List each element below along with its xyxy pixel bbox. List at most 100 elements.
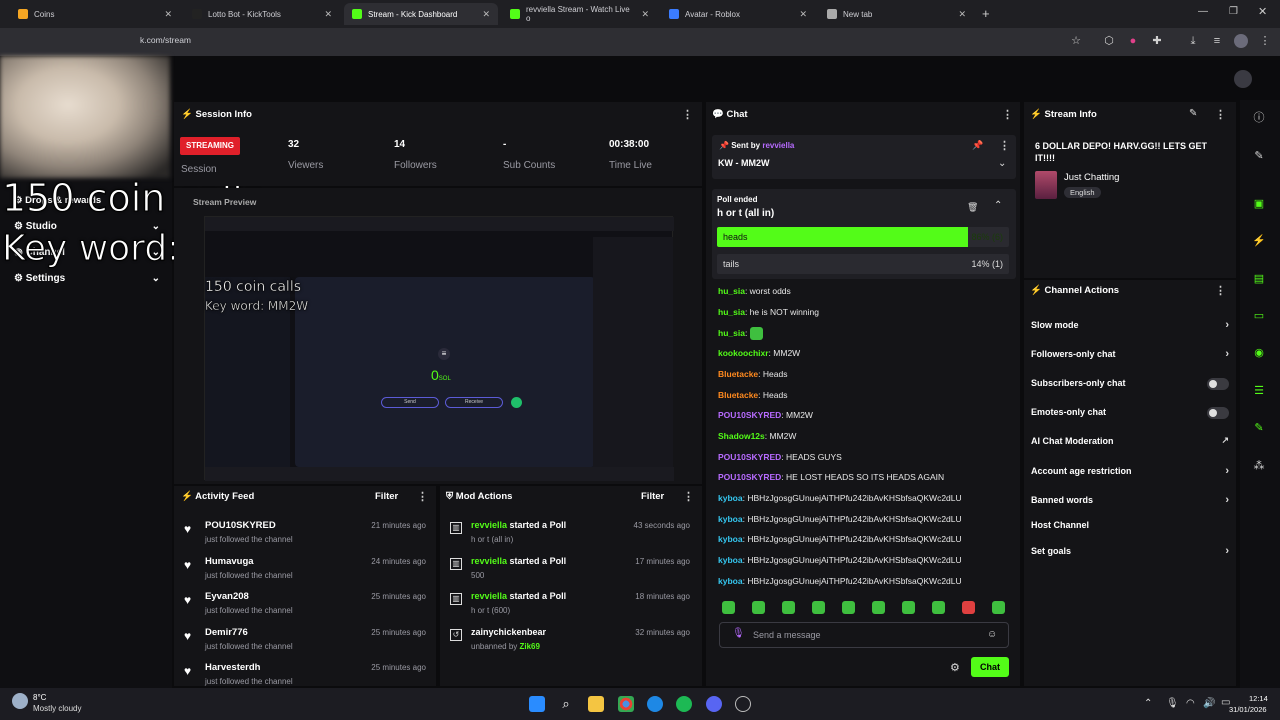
- channel-action-0[interactable]: Slow mode ›: [1031, 319, 1229, 334]
- close-tab-icon[interactable]: ✕: [164, 9, 172, 20]
- download-icon[interactable]: ⤓: [1186, 34, 1200, 48]
- edge-icon[interactable]: [647, 696, 663, 712]
- volume-icon[interactable]: 🔊: [1203, 698, 1215, 709]
- close-tab-icon[interactable]: ✕: [641, 9, 649, 20]
- tasks-icon[interactable]: ☰: [1252, 384, 1266, 398]
- follower-name[interactable]: POU10SKYRED: [205, 520, 276, 531]
- wifi-icon[interactable]: ◠: [1186, 698, 1195, 709]
- mod-more-icon[interactable]: ⋮: [683, 490, 694, 503]
- chat-username[interactable]: hu_sia: [718, 307, 745, 317]
- camera-icon[interactable]: ▣: [1252, 197, 1266, 211]
- close-tab-icon[interactable]: ✕: [799, 9, 807, 20]
- maximize-button[interactable]: ❐: [1229, 6, 1238, 17]
- chat-username[interactable]: POU10SKYRED: [718, 472, 781, 482]
- activity-filter-button[interactable]: Filter: [375, 491, 398, 502]
- weather-icon[interactable]: [12, 693, 28, 709]
- emote-icon[interactable]: [992, 601, 1005, 614]
- chat-username[interactable]: kookoochixr: [718, 348, 769, 358]
- channel-action-3[interactable]: Emotes-only chat: [1031, 407, 1229, 421]
- chat-username[interactable]: kyboa: [718, 514, 743, 524]
- channel-action-5[interactable]: Account age restriction ›: [1031, 465, 1229, 480]
- bolt-icon[interactable]: ⚡: [1252, 234, 1266, 248]
- mod-user[interactable]: revviella: [471, 556, 507, 566]
- chevron-down-icon[interactable]: ⌄: [998, 158, 1006, 169]
- list-icon[interactable]: ▤: [1252, 272, 1266, 286]
- chat-rail-icon[interactable]: ▭: [1252, 309, 1266, 323]
- emote-icon[interactable]: [752, 601, 765, 614]
- bookmark-star-icon[interactable]: ☆: [1069, 34, 1083, 48]
- follower-name[interactable]: Harvesterdh: [205, 662, 260, 673]
- extension-pink-icon[interactable]: ●: [1126, 34, 1140, 48]
- channel-action-4[interactable]: AI Chat Moderation ↗: [1031, 435, 1229, 450]
- activity-more-icon[interactable]: ⋮: [417, 490, 428, 503]
- emote-icon[interactable]: [962, 601, 975, 614]
- menu-lines-icon[interactable]: ≡: [1210, 34, 1224, 48]
- chat-settings-icon[interactable]: ⚙: [950, 661, 960, 674]
- spotify-icon[interactable]: [676, 696, 692, 712]
- edit-icon[interactable]: ✎: [1189, 108, 1197, 119]
- chat-username[interactable]: POU10SKYRED: [718, 452, 781, 462]
- tab-0[interactable]: Coins ✕: [10, 3, 180, 25]
- pencil-icon[interactable]: ✎: [1252, 149, 1266, 163]
- follower-name[interactable]: Humavuga: [205, 556, 254, 567]
- toggle-switch[interactable]: [1207, 407, 1229, 419]
- follower-name[interactable]: Eyvan208: [205, 591, 249, 602]
- chat-username[interactable]: kyboa: [718, 555, 743, 565]
- emote-icon[interactable]: [902, 601, 915, 614]
- mic-icon[interactable]: 🎙: [732, 628, 745, 639]
- mod-user[interactable]: revviella: [471, 591, 507, 601]
- channel-action-6[interactable]: Banned words ›: [1031, 494, 1229, 509]
- stream-info-more-icon[interactable]: ⋮: [1215, 108, 1226, 121]
- chat-username[interactable]: hu_sia: [718, 328, 745, 338]
- sidebar-item-settings[interactable]: ⚙ Settings ⌄: [14, 273, 160, 284]
- extension-icon[interactable]: ⬡: [1102, 34, 1116, 48]
- chat-username[interactable]: hu_sia: [718, 286, 745, 296]
- chevron-up-icon[interactable]: ⌃: [994, 200, 1002, 211]
- channel-actions-more-icon[interactable]: ⋮: [1215, 284, 1226, 297]
- toggle-switch[interactable]: [1207, 378, 1229, 390]
- tab-4[interactable]: Avatar - Roblox ✕: [661, 3, 815, 25]
- url-field[interactable]: k.com/stream: [140, 35, 191, 45]
- emote-icon[interactable]: [722, 601, 735, 614]
- mic-tray-icon[interactable]: 🎙: [1166, 698, 1179, 709]
- search-icon[interactable]: ⌕: [558, 696, 574, 712]
- close-tab-icon[interactable]: ✕: [958, 9, 966, 20]
- info-icon[interactable]: ⓘ: [1252, 111, 1266, 125]
- session-more-icon[interactable]: ⋮: [682, 108, 693, 121]
- chat-username[interactable]: Shadow12s: [718, 431, 765, 441]
- external-link-icon[interactable]: ↗: [1221, 435, 1229, 446]
- chat-more-icon[interactable]: ⋮: [1002, 108, 1013, 121]
- chat-username[interactable]: Bluetacke: [718, 369, 758, 379]
- apps-icon[interactable]: ⁂: [1252, 459, 1266, 473]
- broadcast-icon[interactable]: ◉: [1252, 346, 1266, 360]
- chat-username[interactable]: POU10SKYRED: [718, 410, 781, 420]
- tab-5[interactable]: New tab ✕: [819, 3, 974, 25]
- chat-username[interactable]: kyboa: [718, 493, 743, 503]
- emoji-icon[interactable]: ☺: [987, 629, 997, 640]
- tab-1[interactable]: Lotto Bot - KickTools ✕: [184, 3, 340, 25]
- follower-name[interactable]: Demir776: [205, 627, 248, 638]
- emote-icon[interactable]: [842, 601, 855, 614]
- pinned-more-icon[interactable]: ⋮: [999, 139, 1010, 152]
- user-avatar[interactable]: [1234, 70, 1252, 88]
- emote-icon[interactable]: [932, 601, 945, 614]
- puzzle-icon[interactable]: ✚: [1150, 34, 1164, 48]
- emote-icon[interactable]: [782, 601, 795, 614]
- chat-username[interactable]: kyboa: [718, 534, 743, 544]
- unpin-icon[interactable]: 📌: [972, 140, 983, 151]
- chat-username[interactable]: Bluetacke: [718, 390, 758, 400]
- channel-action-7[interactable]: Host Channel: [1031, 520, 1229, 534]
- chrome-taskbar-icon[interactable]: [618, 696, 634, 712]
- mod-user[interactable]: zainychickenbear: [471, 627, 546, 637]
- emote-icon[interactable]: [812, 601, 825, 614]
- stream-preview-video[interactable]: ≡ 0SOL Send Receive 150 coin calls Key w…: [204, 216, 674, 481]
- app-icon[interactable]: [735, 696, 751, 712]
- channel-action-1[interactable]: Followers-only chat ›: [1031, 348, 1229, 363]
- trash-icon[interactable]: 🗑: [967, 202, 978, 213]
- tab-2[interactable]: Stream - Kick Dashboard ✕: [344, 3, 498, 25]
- new-tab-button[interactable]: +: [982, 6, 990, 21]
- tab-3[interactable]: revviella Stream - Watch Live o ✕: [502, 3, 657, 25]
- close-tab-icon[interactable]: ✕: [324, 9, 332, 20]
- file-explorer-icon[interactable]: [588, 696, 604, 712]
- mod-filter-button[interactable]: Filter: [641, 491, 664, 502]
